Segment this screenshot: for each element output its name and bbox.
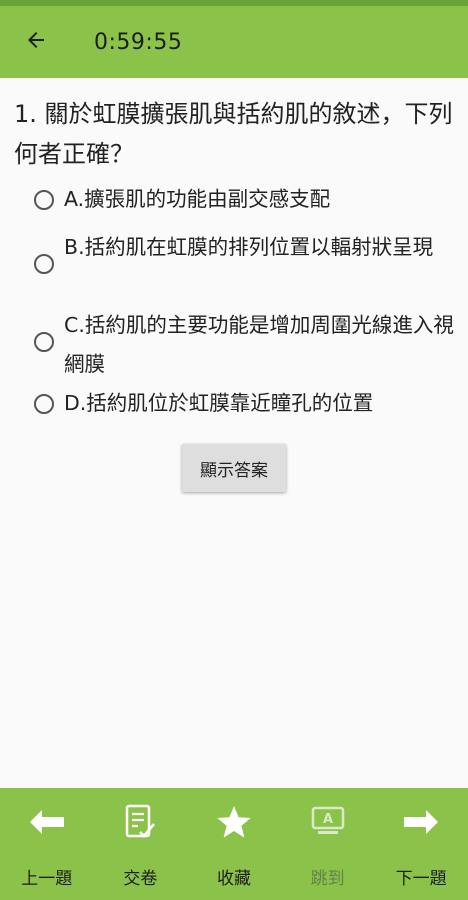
nav-submit[interactable]: 交卷 (94, 788, 188, 900)
nav-label: 下一題 (395, 869, 447, 889)
nav-label: 跳到 (310, 869, 345, 889)
nav-label: 上一題 (21, 869, 73, 889)
jump-screen-icon: A (310, 802, 346, 842)
nav-next-question[interactable]: 下一題 (374, 788, 468, 900)
arrow-right-icon (402, 802, 440, 842)
radio-button[interactable] (34, 254, 54, 274)
nav-label: 收藏 (216, 869, 251, 889)
back-arrow-icon (24, 28, 48, 56)
radio-button[interactable] (34, 332, 54, 352)
arrow-left-icon (28, 802, 66, 842)
submit-paper-icon (124, 802, 156, 842)
star-icon (216, 802, 252, 842)
option-a[interactable]: A.擴張肌的功能由副交感支配 (34, 180, 466, 219)
show-answer-button[interactable]: 顯示答案 (182, 444, 286, 492)
option-label: B.括約肌在虹膜的排列位置以輻射狀呈現 (64, 235, 434, 259)
radio-button[interactable] (34, 190, 54, 210)
nav-prev-question[interactable]: 上一題 (0, 788, 94, 900)
back-button[interactable] (0, 6, 72, 78)
option-b[interactable]: B.括約肌在虹膜的排列位置以輻射狀呈現 (34, 228, 466, 274)
nav-label: 交卷 (123, 869, 158, 889)
option-label: D.括約肌位於虹膜靠近瞳孔的位置 (64, 391, 374, 415)
app-bar: 0:59:55 (0, 6, 468, 78)
option-d[interactable]: D.括約肌位於虹膜靠近瞳孔的位置 (34, 384, 466, 423)
radio-button[interactable] (34, 394, 54, 414)
nav-jump[interactable]: A 跳到 (281, 788, 375, 900)
option-label: C.括約肌的主要功能是增加周圍光線進入視網膜 (64, 313, 454, 376)
option-label: A.擴張肌的功能由副交感支配 (64, 187, 331, 211)
bottom-nav: 上一題 交卷 收藏 A 跳到 下一題 (0, 788, 468, 900)
countdown-timer: 0:59:55 (94, 29, 183, 55)
question-text: 1. 關於虹膜擴張肌與括約肌的敘述，下列何者正確？ (14, 100, 453, 168)
svg-text:A: A (323, 812, 333, 827)
nav-favorite[interactable]: 收藏 (187, 788, 281, 900)
option-c[interactable]: C.括約肌的主要功能是增加周圍光線進入視網膜 (34, 306, 466, 384)
question-area: 1. 關於虹膜擴張肌與括約肌的敘述，下列何者正確？ A.擴張肌的功能由副交感支配… (0, 78, 468, 788)
